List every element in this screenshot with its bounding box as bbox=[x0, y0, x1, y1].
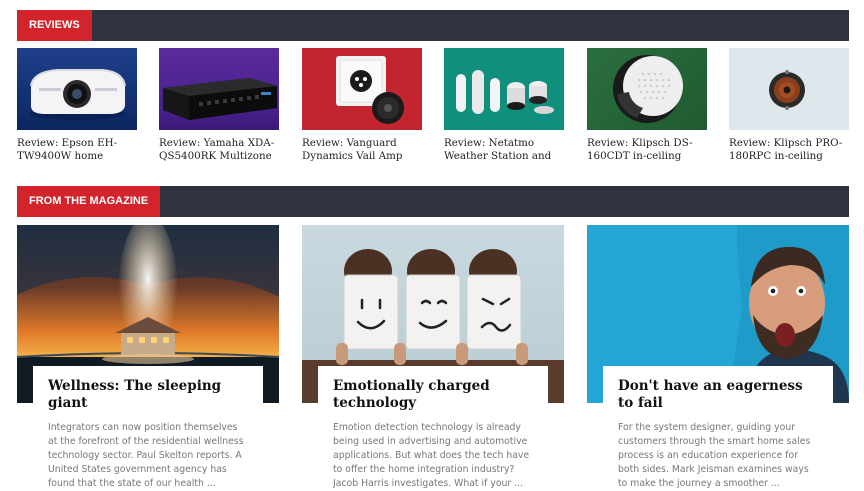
magazine-card-text: Don't have an eagerness to fail For the … bbox=[603, 366, 833, 489]
review-title[interactable]: Review: Yamaha XDA-QS5400RK Multizone bbox=[159, 137, 279, 163]
wall-amp-image[interactable] bbox=[302, 48, 422, 130]
review-title[interactable]: Review: Klipsch PRO-180RPC in-ceiling bbox=[729, 137, 849, 163]
review-title[interactable]: Review: Klipsch DS-160CDT in-ceiling bbox=[587, 137, 707, 163]
magazine-card-text: Wellness: The sleeping giant Integrators… bbox=[33, 366, 263, 489]
review-card[interactable]: Review: Klipsch DS-160CDT in-ceiling bbox=[587, 48, 707, 163]
magazine-title[interactable]: Wellness: The sleeping giant bbox=[48, 378, 249, 412]
magazine-title[interactable]: Emotionally charged technology bbox=[333, 378, 534, 412]
projector-image[interactable] bbox=[17, 48, 137, 130]
reviews-section-label[interactable]: REVIEWS bbox=[17, 10, 92, 41]
magazine-card[interactable]: Wellness: The sleeping giant Integrators… bbox=[17, 225, 279, 489]
magazine-excerpt: Emotion detection technology is already … bbox=[333, 422, 530, 489]
weather-station-image[interactable] bbox=[444, 48, 564, 130]
magazine-section-bar: FROM THE MAGAZINE bbox=[17, 186, 849, 217]
amplifier-image[interactable] bbox=[159, 48, 279, 130]
magazine-section-label[interactable]: FROM THE MAGAZINE bbox=[17, 186, 161, 217]
review-card[interactable]: Review: Yamaha XDA-QS5400RK Multizone bbox=[159, 48, 279, 163]
magazine-title[interactable]: Don't have an eagerness to fail bbox=[618, 378, 819, 412]
review-card[interactable]: Review: Vanguard Dynamics Vail Amp bbox=[302, 48, 422, 163]
review-card[interactable]: Review: Epson EH-TW9400W home theatre bbox=[17, 48, 137, 163]
magazine-excerpt: Integrators can now position themselves … bbox=[48, 422, 244, 489]
reviews-section-bar: REVIEWS bbox=[17, 10, 849, 41]
review-title[interactable]: Review: Epson EH-TW9400W home theatre bbox=[17, 137, 137, 163]
speaker-image[interactable] bbox=[729, 48, 849, 130]
magazine-card-text: Emotionally charged technology Emotion d… bbox=[318, 366, 548, 489]
magazine-excerpt: For the system designer, guiding your cu… bbox=[618, 422, 811, 489]
review-card[interactable]: Review: Netatmo Weather Station and bbox=[444, 48, 564, 163]
review-title[interactable]: Review: Netatmo Weather Station and bbox=[444, 137, 564, 163]
magazine-card[interactable]: Don't have an eagerness to fail For the … bbox=[587, 225, 849, 489]
ceiling-speaker-image[interactable] bbox=[587, 48, 707, 130]
magazine-card[interactable]: Emotionally charged technology Emotion d… bbox=[302, 225, 564, 489]
review-title[interactable]: Review: Vanguard Dynamics Vail Amp bbox=[302, 137, 422, 163]
review-card[interactable]: Review: Klipsch PRO-180RPC in-ceiling bbox=[729, 48, 849, 163]
